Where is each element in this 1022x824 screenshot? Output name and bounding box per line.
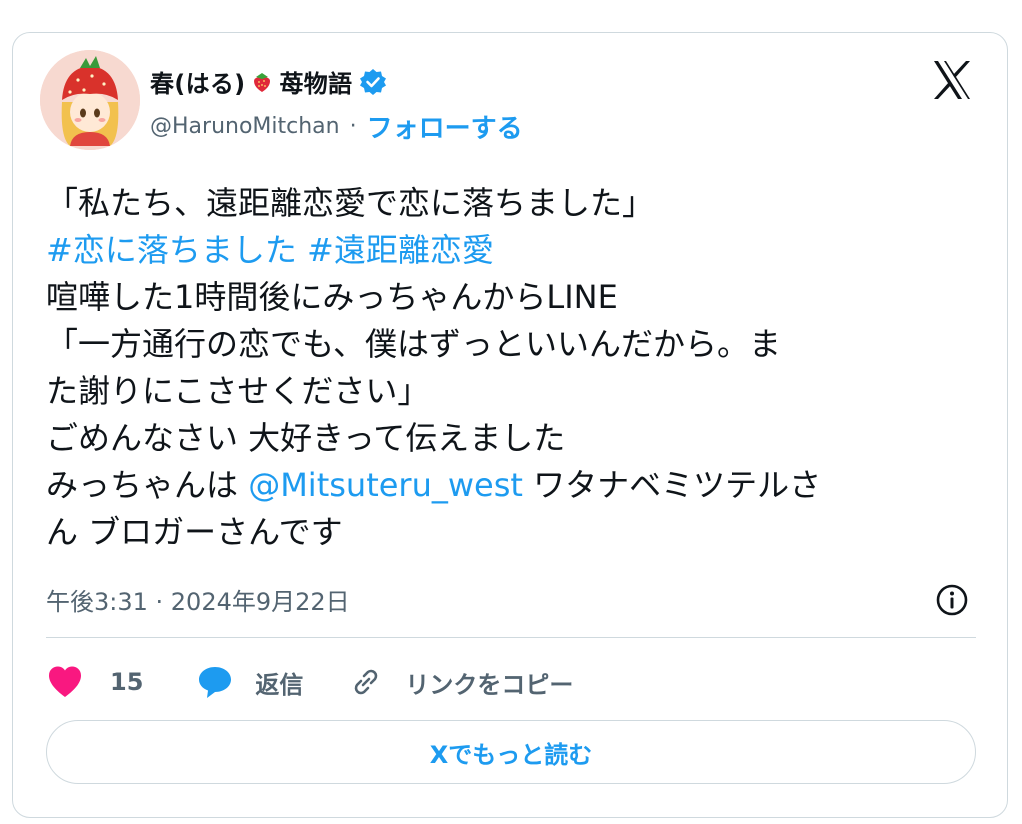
heart-icon (46, 664, 84, 700)
read-more-button[interactable]: Xでもっと読む (46, 720, 976, 784)
tweet-text: 「私たち、遠距離恋愛で恋に落ちました」 #恋に落ちました #遠距離恋愛 喧嘩した… (46, 180, 976, 556)
copy-link-button[interactable]: リンクをコピー (349, 665, 573, 700)
copy-link-label: リンクをコピー (405, 670, 574, 699)
tweet-line-7-prefix: みっちゃんは (46, 466, 249, 504)
tweet-line-2: #恋に落ちました #遠距離恋愛 (46, 227, 976, 274)
tweet-line-4: 「一方通行の恋でも、僕はずっといいんだから。ま (46, 325, 782, 363)
author-name-prefix: 春(はる) (150, 70, 246, 98)
link-icon (349, 665, 383, 699)
like-button[interactable]: 15 (46, 664, 143, 700)
tweet-line-7-suffix: ワタナベミツテルさ (522, 466, 822, 504)
reply-icon (197, 664, 233, 700)
x-logo-icon[interactable] (928, 56, 976, 104)
author-handle-row: @HarunoMitchan · フォローする (150, 108, 523, 145)
hashtag-link[interactable]: #遠距離恋愛 (307, 231, 494, 269)
tweet-line-7: みっちゃんは @Mitsuteru_west ワタナベミツテルさ (46, 462, 976, 509)
tweet-line-5: た謝りにこさせください」 (46, 372, 430, 410)
follow-button[interactable]: フォローする (367, 108, 523, 145)
author-name-row[interactable]: 春(はる) 苺物語 (150, 64, 388, 99)
reply-button[interactable]: 返信 (197, 664, 303, 700)
divider (46, 637, 976, 638)
tweet-line-8: ん ブロガーさんです (46, 513, 343, 551)
verified-badge-icon (358, 67, 388, 97)
author-handle[interactable]: @HarunoMitchan (150, 114, 340, 139)
info-icon[interactable] (934, 582, 970, 618)
tweet-line-3: 喧嘩した1時間後にみっちゃんからLINE (46, 278, 618, 316)
action-bar: 15 返信 リンクをコピー (46, 660, 573, 704)
like-count: 15 (110, 668, 144, 696)
tweet-line-6: ごめんなさい 大好きって伝えました (46, 419, 566, 457)
tweet-timestamp[interactable]: 午後3:31 · 2024年9月22日 (46, 582, 350, 617)
author-name-suffix: 苺物語 (279, 70, 353, 98)
hashtag-link[interactable]: #恋に落ちました (46, 231, 297, 269)
strawberry-emoji-icon (251, 71, 273, 93)
separator-dot: · (349, 114, 357, 139)
tweet-line-1: 「私たち、遠距離恋愛で恋に落ちました」 (46, 184, 655, 222)
mention-link[interactable]: @Mitsuteru_west (248, 466, 523, 504)
avatar[interactable] (40, 50, 140, 150)
reply-label: 返信 (255, 670, 304, 699)
